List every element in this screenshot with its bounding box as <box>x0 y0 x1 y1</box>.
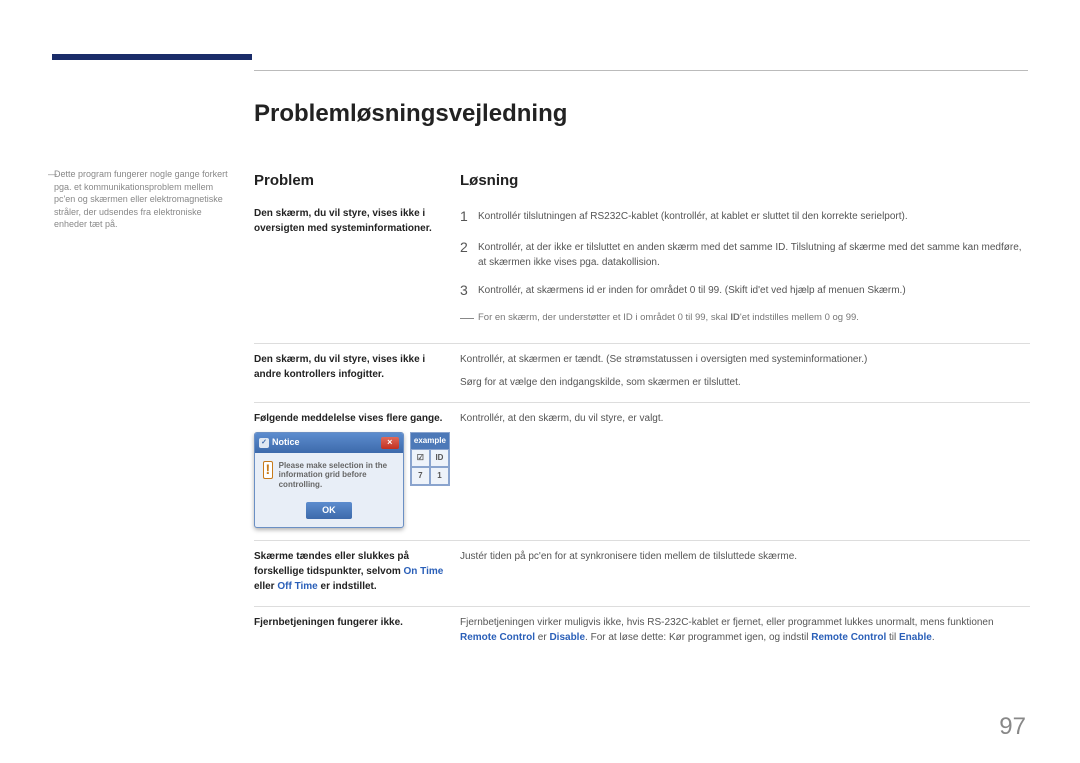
solution-cell: Fjernbetjeningen virker muligvis ikke, h… <box>460 615 1030 645</box>
solution-step: 1 Kontrollér tilslutningen af RS232C-kab… <box>460 206 1030 227</box>
solution-text: Sørg for at vælge den indgangskilde, som… <box>460 375 1030 390</box>
table-row: Skærme tændes eller slukkes på forskelli… <box>254 541 1030 607</box>
solution-step: 3 Kontrollér, at skærmens id er inden fo… <box>460 280 1030 301</box>
dialog-screenshot: ✓ Notice × ! Please make selection in th… <box>254 432 450 528</box>
footnote-text: For en skærm, der understøtter et ID i o… <box>478 311 859 325</box>
dash-icon <box>460 318 474 319</box>
problem-text: Den skærm, du vil styre, vises ikke i ov… <box>254 206 460 331</box>
header-accent-bar <box>52 54 252 60</box>
dialog-body: ! Please make selection in the informati… <box>255 453 403 498</box>
page-title: Problemløsningsvejledning <box>254 100 567 128</box>
header-rule <box>254 70 1028 71</box>
solution-rich-text: Fjernbetjeningen virker muligvis ikke, h… <box>460 615 1030 645</box>
dialog-title: Notice <box>272 436 300 450</box>
problem-cell: Skærme tændes eller slukkes på forskelli… <box>254 549 460 594</box>
sol-seg: . For at løse dette: Kør programmet igen… <box>585 632 811 643</box>
margin-note-text: Dette program fungerer nogle gange forke… <box>54 169 228 229</box>
dialog-footer: OK <box>255 498 403 528</box>
dialog-icon: ✓ <box>259 438 269 448</box>
sol-seg: . <box>932 632 935 643</box>
solution-text: Justér tiden på pc'en for at synkroniser… <box>460 549 1030 564</box>
dialog-titlebar: ✓ Notice × <box>255 433 403 453</box>
problem-text: Følgende meddelelse vises flere gange. <box>254 413 442 424</box>
notice-dialog: ✓ Notice × ! Please make selection in th… <box>254 432 404 528</box>
column-header-solution: Løsning <box>460 172 518 189</box>
note-bold: ID <box>730 312 740 323</box>
troubleshooting-table: Den skærm, du vil styre, vises ikke i ov… <box>254 198 1030 657</box>
page-number: 97 <box>999 713 1026 741</box>
remote-control-label: Remote Control <box>460 632 535 643</box>
step-number: 3 <box>460 280 478 301</box>
solution-cell: Kontrollér, at den skærm, du vil styre, … <box>460 411 1030 528</box>
step-text: Kontrollér, at der ikke er tilsluttet en… <box>478 237 1030 270</box>
table-row: Fjernbetjeningen fungerer ikke. Fjernbet… <box>254 607 1030 657</box>
sol-seg: til <box>886 632 899 643</box>
disable-label: Disable <box>549 632 585 643</box>
ok-button: OK <box>306 502 352 520</box>
problem-cell: Følgende meddelelse vises flere gange. ✓… <box>254 411 460 528</box>
close-icon: × <box>381 437 399 449</box>
step-number: 2 <box>460 237 478 270</box>
table-row: Følgende meddelelse vises flere gange. ✓… <box>254 403 1030 541</box>
solution-cell: Kontrollér, at skærmen er tændt. (Se str… <box>460 352 1030 390</box>
note-pre: For en skærm, der understøtter et ID i o… <box>478 312 730 323</box>
off-time-label: Off Time <box>277 581 317 592</box>
problem-post: er indstillet. <box>318 581 377 592</box>
problem-text: Den skærm, du vil styre, vises ikke i an… <box>254 352 460 390</box>
step-text: Kontrollér, at skærmens id er inden for … <box>478 280 1030 301</box>
example-panel: example ☑ ID 7 1 <box>410 432 450 486</box>
problem-pre: Skærme tændes eller slukkes på forskelli… <box>254 551 409 577</box>
sol-seg: Fjernbetjeningen virker muligvis ikke, h… <box>460 617 994 628</box>
solution-cell: Justér tiden på pc'en for at synkroniser… <box>460 549 1030 594</box>
problem-text: Fjernbetjeningen fungerer ikke. <box>254 615 460 645</box>
table-row: Den skærm, du vil styre, vises ikke i ov… <box>254 198 1030 344</box>
example-cell: ID <box>430 449 449 467</box>
on-time-label: On Time <box>404 566 444 577</box>
table-row: Den skærm, du vil styre, vises ikke i an… <box>254 344 1030 403</box>
dialog-message: Please make selection in the information… <box>279 461 395 490</box>
warning-icon: ! <box>263 461 273 479</box>
problem-mid: eller <box>254 581 277 592</box>
example-cell: 7 <box>411 467 430 485</box>
solution-text: Kontrollér, at den skærm, du vil styre, … <box>460 411 1030 426</box>
example-cell: ☑ <box>411 449 430 467</box>
step-text: Kontrollér tilslutningen af RS232C-kable… <box>478 206 1030 227</box>
solution-cell: 1 Kontrollér tilslutningen af RS232C-kab… <box>460 206 1030 331</box>
footnote: For en skærm, der understøtter et ID i o… <box>460 311 1030 325</box>
step-number: 1 <box>460 206 478 227</box>
enable-label: Enable <box>899 632 932 643</box>
sol-seg: er <box>535 632 549 643</box>
solution-step: 2 Kontrollér, at der ikke er tilsluttet … <box>460 237 1030 270</box>
margin-note: ― Dette program fungerer nogle gange for… <box>54 168 234 231</box>
example-label: example <box>411 433 449 449</box>
column-header-problem: Problem <box>254 172 314 189</box>
example-cell: 1 <box>430 467 449 485</box>
solution-text: Kontrollér, at skærmen er tændt. (Se str… <box>460 352 1030 367</box>
remote-control-label: Remote Control <box>811 632 886 643</box>
note-post: 'et indstilles mellem 0 og 99. <box>740 312 859 323</box>
